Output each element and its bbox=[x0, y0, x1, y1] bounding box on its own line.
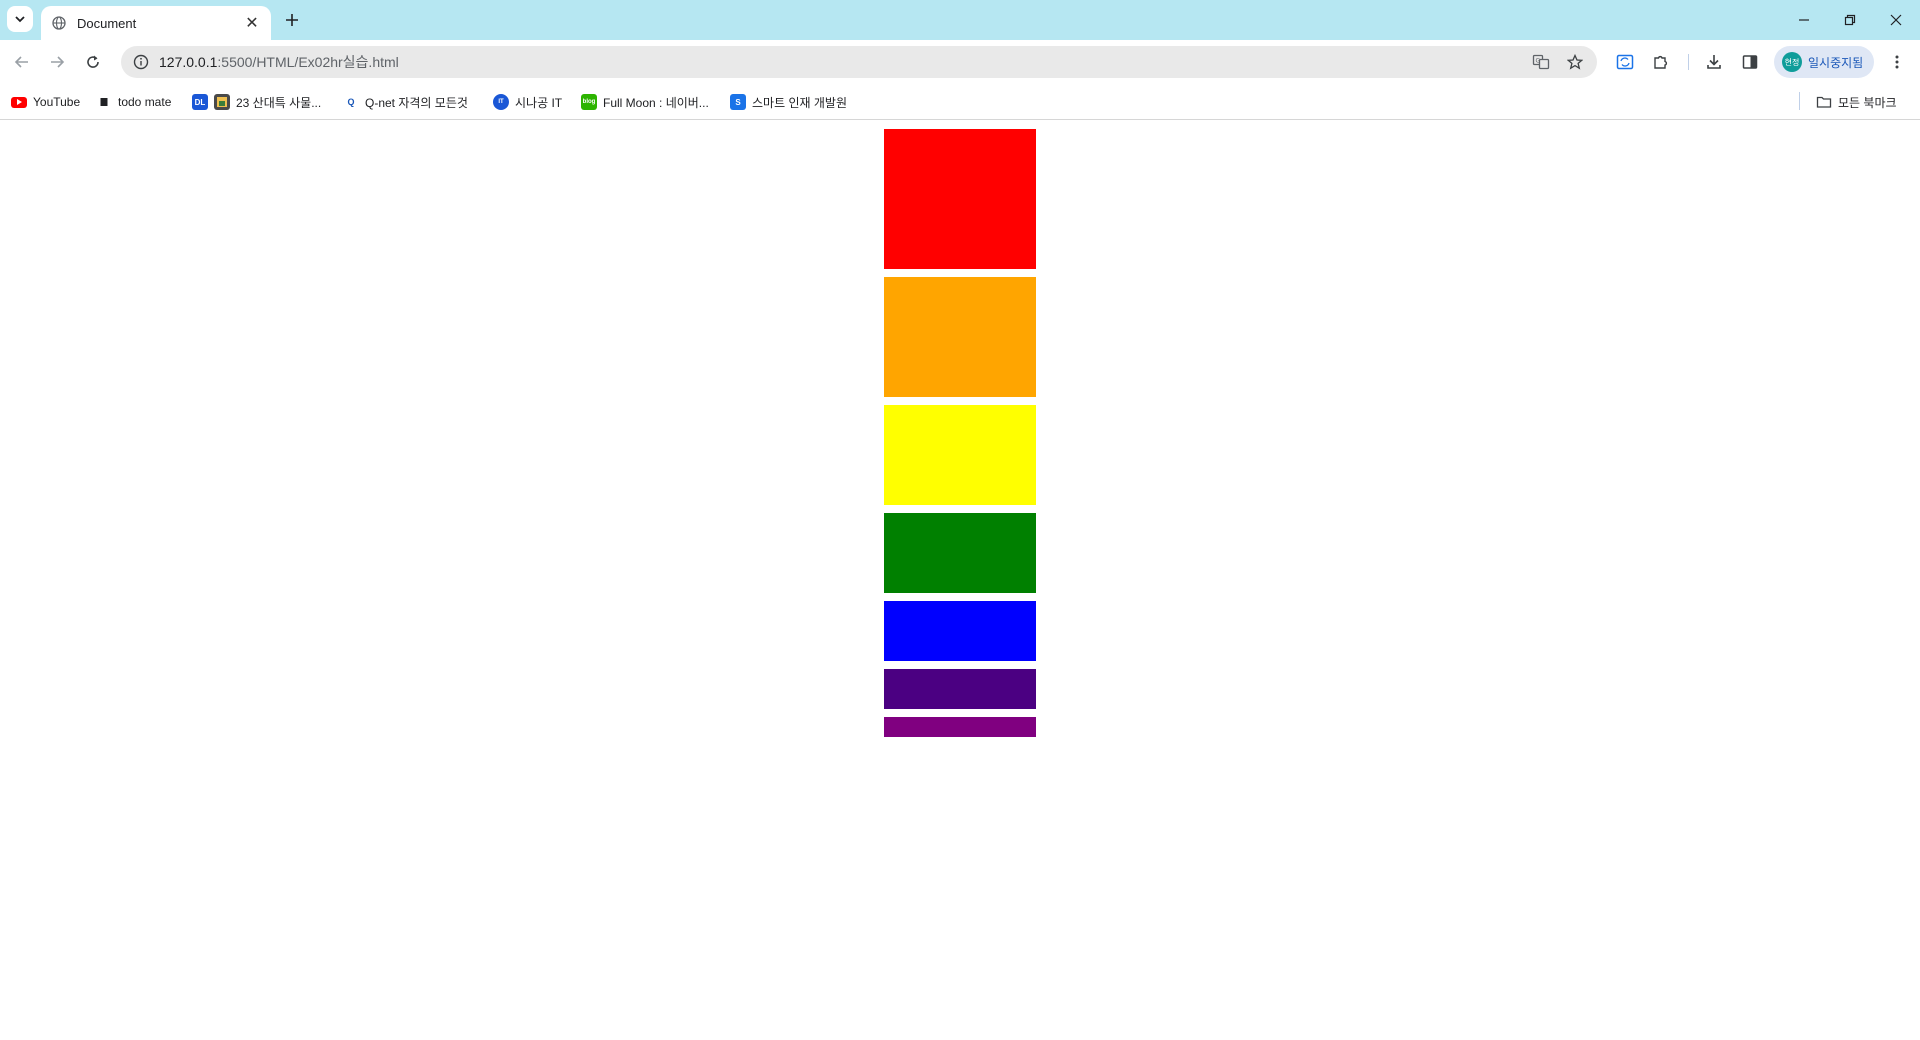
address-bar[interactable]: 127.0.0.1:5500/HTML/Ex02hr실습.html G bbox=[121, 46, 1597, 78]
arrow-right-icon bbox=[51, 56, 65, 68]
bookmarks-separator bbox=[1799, 92, 1800, 110]
dl-icon: DL bbox=[192, 94, 208, 110]
new-tab-button[interactable] bbox=[280, 8, 304, 32]
reload-button[interactable] bbox=[79, 48, 107, 76]
all-bookmarks-label: 모든 북마크 bbox=[1838, 95, 1897, 110]
bookmark-label: 스마트 인재 개발원 bbox=[752, 95, 847, 110]
bookmark-23[interactable]: 23 산대특 사물... bbox=[214, 92, 321, 112]
hr-bar-purple bbox=[884, 717, 1036, 737]
folder-icon bbox=[1816, 94, 1832, 110]
bookmark-full-moon[interactable]: blog Full Moon : 네이버... bbox=[581, 92, 709, 112]
close-tab-icon[interactable]: ✕ bbox=[243, 14, 261, 32]
chevron-down-icon bbox=[15, 16, 25, 23]
hr-bar-red bbox=[884, 129, 1036, 269]
extensions-puzzle-icon[interactable] bbox=[1647, 48, 1675, 76]
bookmark-sinagong[interactable]: IT 시나공 IT bbox=[493, 92, 562, 112]
reload-icon bbox=[87, 55, 99, 68]
bookmark-youtube[interactable]: YouTube bbox=[11, 92, 80, 112]
bookmark-label: YouTube bbox=[33, 95, 81, 109]
bookmark-label: todo mate bbox=[118, 95, 172, 109]
qnet-icon: Q bbox=[347, 97, 355, 107]
tab-strip: Document ✕ bbox=[0, 0, 1920, 40]
bookmark-qnet[interactable]: Q Q-net 자격의 모든것 bbox=[343, 92, 468, 112]
url-path: :5500/HTML/Ex02hr실습.html bbox=[217, 54, 399, 70]
hr-bar-indigo bbox=[884, 669, 1036, 709]
all-bookmarks[interactable]: 모든 북마크 bbox=[1816, 92, 1897, 112]
translate-icon[interactable]: G bbox=[1527, 46, 1555, 78]
tab-title: Document bbox=[77, 15, 137, 31]
smart-icon: S bbox=[730, 94, 746, 110]
hr-bar-green bbox=[884, 513, 1036, 593]
naver-blog-icon: blog bbox=[581, 94, 597, 110]
youtube-icon bbox=[11, 96, 27, 108]
side-panel-icon[interactable] bbox=[1736, 48, 1764, 76]
bookmark-label: Q-net 자격의 모든것 bbox=[365, 95, 468, 110]
profile-status-label: 일시중지됨 bbox=[1808, 55, 1864, 70]
hr-bar-yellow bbox=[884, 405, 1036, 505]
svg-text:G: G bbox=[1536, 58, 1541, 65]
plus-icon bbox=[286, 14, 298, 26]
url-host: 127.0.0.1 bbox=[159, 54, 218, 70]
bookmark-todo-mate[interactable]: todo mate bbox=[96, 92, 171, 112]
bookmark-dl[interactable]: DL bbox=[192, 92, 214, 112]
tab-document[interactable]: Document ✕ bbox=[41, 6, 271, 40]
menu-kebab-icon[interactable] bbox=[1883, 48, 1911, 76]
site-info-icon[interactable] bbox=[133, 54, 149, 70]
todo-icon bbox=[96, 94, 112, 110]
bookmark-label: Full Moon : 네이버... bbox=[603, 95, 709, 110]
bookmark-smart[interactable]: S 스마트 인재 개발원 bbox=[730, 92, 847, 112]
page-content bbox=[0, 121, 1920, 1040]
globe-icon bbox=[51, 15, 67, 31]
arrow-left-icon bbox=[14, 56, 28, 68]
forward-button[interactable] bbox=[43, 48, 71, 76]
sinagong-icon: IT bbox=[493, 94, 509, 110]
extension-sync-icon[interactable] bbox=[1611, 48, 1639, 76]
hr-bar-blue bbox=[884, 601, 1036, 661]
profile-button[interactable]: 현정 일시중지됨 bbox=[1774, 46, 1874, 78]
close-icon bbox=[1890, 14, 1902, 26]
restore-button[interactable] bbox=[1827, 0, 1873, 40]
bookmark-label: 시나공 IT bbox=[515, 95, 563, 110]
download-icon[interactable] bbox=[1700, 48, 1728, 76]
restore-icon bbox=[1844, 14, 1856, 26]
close-window-button[interactable] bbox=[1873, 0, 1919, 40]
browser-toolbar: 127.0.0.1:5500/HTML/Ex02hr실습.html G 현정 일… bbox=[0, 40, 1920, 84]
minimize-button[interactable] bbox=[1781, 0, 1827, 40]
bookmarks-bar: YouTube todo mate DL 23 산대특 사물... Q Q-ne… bbox=[0, 84, 1920, 120]
toolbar-separator bbox=[1688, 54, 1689, 70]
back-button[interactable] bbox=[8, 48, 36, 76]
minimize-icon bbox=[1799, 19, 1809, 21]
bookmark-star-icon[interactable] bbox=[1561, 46, 1589, 78]
url-text: 127.0.0.1:5500/HTML/Ex02hr실습.html bbox=[159, 52, 399, 72]
folder-image-icon bbox=[214, 94, 230, 110]
tab-search-button[interactable] bbox=[7, 6, 33, 32]
avatar: 현정 bbox=[1782, 52, 1802, 72]
bookmark-label: 23 산대특 사물... bbox=[236, 95, 322, 110]
hr-bar-orange bbox=[884, 277, 1036, 397]
